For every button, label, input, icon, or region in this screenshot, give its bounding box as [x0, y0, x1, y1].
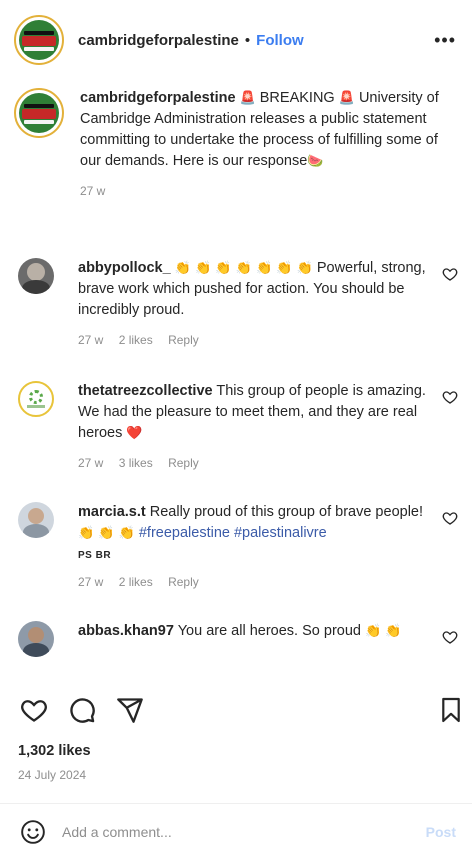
caption-body: cambridgeforpalestine 🚨 BREAKING 🚨 Unive…: [80, 88, 452, 202]
post-date: 24 July 2024: [18, 768, 87, 782]
comment-body: thetatreezcollective This group of peopl…: [78, 381, 428, 474]
add-comment-bar: Post: [0, 812, 472, 852]
comment-item: abbas.khan97 You are all heroes. So prou…: [18, 621, 458, 657]
commenter-avatar[interactable]: [18, 381, 54, 417]
reply-button[interactable]: Reply: [168, 333, 199, 347]
alarm-emoji-2: 🚨: [338, 91, 355, 106]
like-icon[interactable]: [20, 696, 48, 724]
reply-button[interactable]: Reply: [168, 575, 199, 589]
comment-item: thetatreezcollective This group of peopl…: [18, 381, 458, 474]
comment-likes[interactable]: 2 likes: [119, 575, 153, 589]
commenter-avatar[interactable]: [18, 502, 54, 538]
more-icon[interactable]: •••: [434, 30, 456, 51]
follow-button[interactable]: Follow: [256, 32, 304, 49]
comment-body: abbypollock_ 👏 👏 👏 👏 👏 👏 👏 Powerful, str…: [78, 258, 428, 351]
comment-meta: 27 w 2 likes Reply: [78, 330, 428, 351]
caption-username[interactable]: cambridgeforpalestine: [80, 90, 236, 106]
comment-like-icon[interactable]: [442, 629, 458, 645]
comment-username[interactable]: abbypollock_: [78, 260, 171, 276]
comment-like-icon[interactable]: [442, 266, 458, 282]
comment-body: abbas.khan97 You are all heroes. So prou…: [78, 621, 428, 657]
comment-likes[interactable]: 3 likes: [119, 456, 153, 470]
comment-time: 27 w: [78, 456, 104, 470]
hashtag-link[interactable]: #palestinalivre: [234, 525, 327, 541]
commenter-avatar[interactable]: [18, 621, 54, 657]
heart-emoji: ❤️: [126, 426, 143, 441]
clap-emojis: 👏 👏 👏 👏 👏 👏 👏: [174, 261, 313, 276]
comment-text: Really proud of this group of brave peop…: [149, 504, 424, 520]
comment-time: 27 w: [78, 575, 104, 589]
save-icon[interactable]: [440, 696, 462, 724]
comment-like-icon[interactable]: [442, 510, 458, 526]
post-comment-button[interactable]: Post: [426, 824, 456, 840]
clap-emojis: 👏 👏: [365, 624, 402, 639]
post-header: cambridgeforpalestine • Follow •••: [0, 0, 472, 80]
likes-count[interactable]: 1,302 likes: [18, 743, 91, 759]
comment-meta: 27 w 2 likes Reply: [78, 572, 428, 593]
comment-username[interactable]: marcia.s.t: [78, 504, 146, 520]
share-icon[interactable]: [116, 696, 144, 724]
caption-meta: 27 w: [80, 181, 452, 202]
separator-dot: •: [244, 31, 251, 49]
comment-item: marcia.s.t Really proud of this group of…: [18, 502, 458, 593]
caption-avatar[interactable]: [14, 88, 64, 138]
post-caption: cambridgeforpalestine 🚨 BREAKING 🚨 Unive…: [14, 88, 454, 202]
clap-emojis: 👏 👏 👏: [78, 526, 135, 541]
account-avatar[interactable]: [14, 15, 64, 65]
divider: [0, 803, 472, 804]
comment-time: 27 w: [78, 333, 104, 347]
comment-meta: 27 w 3 likes Reply: [78, 453, 428, 474]
comment-likes[interactable]: 2 likes: [119, 333, 153, 347]
comment-username[interactable]: thetatreezcollective: [78, 383, 213, 399]
comment-text: You are all heroes. So proud: [177, 623, 361, 639]
comment-like-icon[interactable]: [442, 389, 458, 405]
comment-item: abbypollock_ 👏 👏 👏 👏 👏 👏 👏 Powerful, str…: [18, 258, 458, 351]
account-username[interactable]: cambridgeforpalestine: [78, 32, 239, 49]
comment-input[interactable]: [62, 824, 402, 840]
hashtag-link[interactable]: #freepalestine: [139, 525, 230, 541]
reply-button[interactable]: Reply: [168, 456, 199, 470]
post-actions: [0, 690, 472, 730]
commenter-avatar[interactable]: [18, 258, 54, 294]
breaking-label: BREAKING: [259, 90, 335, 106]
comment-icon[interactable]: [68, 696, 96, 724]
emoji-icon[interactable]: [20, 819, 46, 845]
watermelon-emoji: 🍉: [307, 154, 324, 169]
comment-body: marcia.s.t Really proud of this group of…: [78, 502, 428, 593]
country-codes: PS BR: [78, 550, 112, 561]
alarm-emoji: 🚨: [239, 91, 256, 106]
comment-username[interactable]: abbas.khan97: [78, 623, 174, 639]
caption-time: 27 w: [80, 184, 106, 198]
